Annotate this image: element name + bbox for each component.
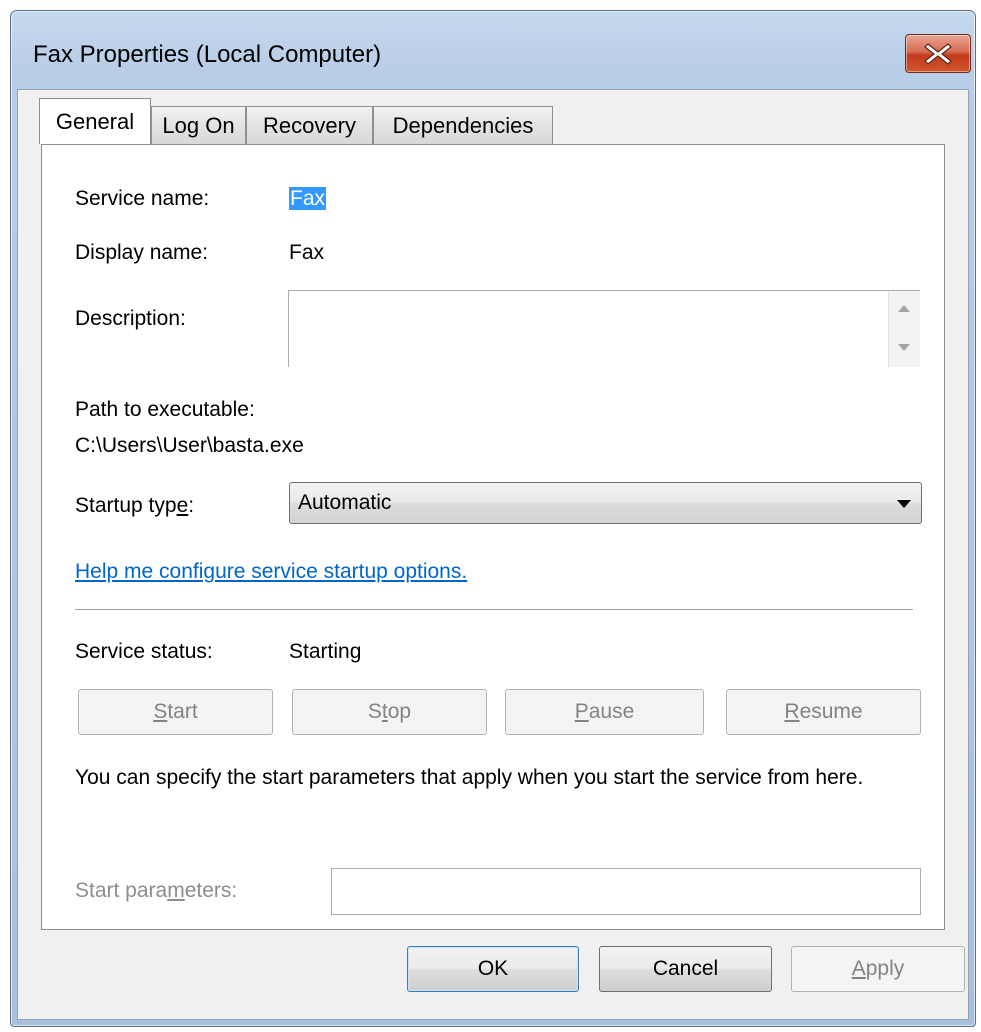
- window-title: Fax Properties (Local Computer): [33, 41, 382, 68]
- startup-type-value: Automatic: [298, 491, 392, 514]
- startup-type-dropdown[interactable]: Automatic: [289, 482, 922, 524]
- display-name-value: Fax: [289, 241, 325, 264]
- start-parameters-label: Start parameters:: [75, 879, 238, 902]
- apply-button[interactable]: Apply: [791, 946, 965, 992]
- start-parameters-input[interactable]: [331, 868, 921, 915]
- tab-dependencies-label: Dependencies: [392, 112, 534, 138]
- cancel-button[interactable]: Cancel: [599, 946, 772, 992]
- startup-type-label: Startup type:: [75, 494, 195, 517]
- service-name-selection: Fax: [289, 187, 327, 210]
- service-name-label: Service name:: [75, 187, 210, 210]
- close-button[interactable]: [905, 34, 971, 73]
- pause-button[interactable]: Pause: [505, 689, 704, 735]
- display-name-label: Display name:: [75, 241, 209, 264]
- title-bar[interactable]: Fax Properties (Local Computer): [11, 11, 975, 91]
- tab-dependencies[interactable]: Dependencies: [373, 106, 553, 144]
- stop-button[interactable]: St op: [292, 689, 487, 735]
- arrow-up-icon[interactable]: [898, 305, 910, 312]
- service-status-label: Service status:: [75, 640, 213, 663]
- dialog-window: Fax Properties (Local Computer) General …: [10, 10, 976, 1027]
- chevron-down-icon: [897, 500, 911, 508]
- tab-general[interactable]: General: [39, 98, 151, 144]
- resume-button[interactable]: Resume: [726, 689, 921, 735]
- path-value: C:\Users\User\basta.exe: [75, 434, 304, 457]
- arrow-down-icon[interactable]: [898, 344, 910, 351]
- tab-recovery[interactable]: Recovery: [246, 106, 373, 144]
- help-configure-link[interactable]: Help me configure service startup option…: [75, 560, 467, 584]
- service-status-value: Starting: [289, 640, 362, 663]
- ok-button-label: OK: [477, 957, 509, 980]
- close-icon: [924, 42, 952, 65]
- tab-recovery-label: Recovery: [263, 112, 356, 138]
- description-textbox[interactable]: [288, 290, 920, 367]
- tab-log-on-label: Log On: [162, 112, 235, 138]
- description-label: Description:: [75, 307, 186, 330]
- ok-button[interactable]: OK: [407, 946, 579, 992]
- dialog-client-area: General Log On Recovery Dependencies Ser…: [17, 89, 969, 1020]
- cancel-button-label: Cancel: [652, 957, 719, 980]
- service-name-value[interactable]: Fax: [289, 187, 327, 211]
- start-parameters-note: You can specify the start parameters tha…: [75, 766, 864, 789]
- tab-log-on[interactable]: Log On: [151, 106, 246, 144]
- tab-general-label: General: [55, 108, 135, 134]
- section-divider: [75, 609, 913, 611]
- description-scrollbar[interactable]: [888, 291, 920, 367]
- start-button[interactable]: Start: [78, 689, 273, 735]
- path-label: Path to executable:: [75, 398, 255, 421]
- general-tab-panel: Service name: Fax Display name: Fax Desc…: [41, 144, 945, 930]
